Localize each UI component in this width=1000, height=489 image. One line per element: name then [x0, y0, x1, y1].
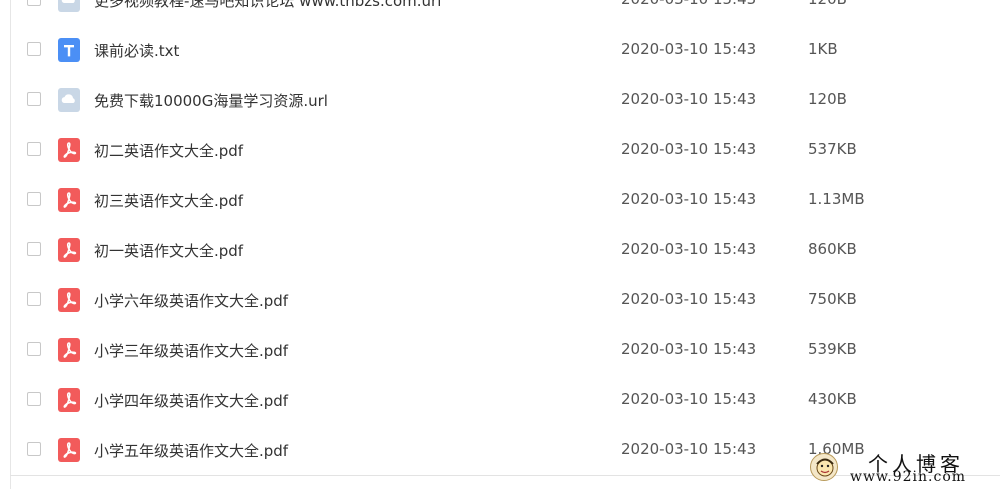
file-size: 1.13MB: [808, 190, 865, 208]
row-checkbox[interactable]: [27, 42, 41, 56]
file-size: 120B: [808, 90, 847, 108]
file-name[interactable]: 小学四年级英语作文大全.pdf: [94, 390, 288, 411]
file-date: 2020-03-10 15:43: [621, 0, 756, 8]
file-row[interactable]: 初二英语作文大全.pdf 2020-03-10 15:43 537KB: [0, 125, 1000, 175]
file-date: 2020-03-10 15:43: [621, 90, 757, 108]
row-checkbox[interactable]: [27, 142, 41, 156]
file-size: 860KB: [808, 240, 857, 258]
watermark-url: www.92in.com: [850, 469, 967, 485]
pdf-file-icon: [58, 188, 80, 212]
file-name[interactable]: 小学五年级英语作文大全.pdf: [94, 440, 288, 461]
pdf-file-icon: [58, 138, 80, 162]
pdf-file-icon: [58, 388, 80, 412]
watermark-avatar-icon: [810, 453, 838, 481]
file-name[interactable]: 初一英语作文大全.pdf: [94, 240, 243, 261]
file-row[interactable]: 小学六年级英语作文大全.pdf 2020-03-10 15:43 750KB: [0, 275, 1000, 325]
row-checkbox[interactable]: [27, 92, 41, 106]
pdf-file-icon: [58, 238, 80, 262]
file-name[interactable]: 更多视频教程-速马吧知识论坛 www.tnbzs.com.url: [94, 0, 441, 11]
file-size: 120B: [808, 0, 847, 8]
row-checkbox[interactable]: [27, 292, 41, 306]
file-name[interactable]: 小学六年级英语作文大全.pdf: [94, 290, 288, 311]
row-checkbox[interactable]: [27, 0, 41, 6]
file-name[interactable]: 小学三年级英语作文大全.pdf: [94, 340, 288, 361]
file-date: 2020-03-10 15:43: [621, 40, 757, 58]
file-row[interactable]: 小学三年级英语作文大全.pdf 2020-03-10 15:43 539KB: [0, 325, 1000, 375]
file-date: 2020-03-10 15:43: [621, 290, 757, 308]
file-date: 2020-03-10 15:43: [621, 190, 757, 208]
file-size: 1KB: [808, 40, 838, 58]
file-date: 2020-03-10 15:43: [621, 440, 757, 458]
file-date: 2020-03-10 15:43: [621, 240, 757, 258]
row-checkbox[interactable]: [27, 342, 41, 356]
pdf-file-icon: [58, 438, 80, 462]
file-name[interactable]: 初二英语作文大全.pdf: [94, 140, 243, 161]
pdf-file-icon: [58, 288, 80, 312]
file-name[interactable]: 免费下载10000G海量学习资源.url: [94, 90, 328, 111]
pdf-file-icon: [58, 338, 80, 362]
file-row[interactable]: 免费下载10000G海量学习资源.url 2020-03-10 15:43 12…: [0, 75, 1000, 125]
file-name[interactable]: 课前必读.txt: [94, 40, 179, 61]
file-row[interactable]: 初一英语作文大全.pdf 2020-03-10 15:43 860KB: [0, 225, 1000, 275]
file-size: 539KB: [808, 340, 857, 358]
text-file-icon: [58, 38, 80, 62]
file-date: 2020-03-10 15:43: [621, 390, 757, 408]
file-row[interactable]: 小学四年级英语作文大全.pdf 2020-03-10 15:43 430KB: [0, 375, 1000, 425]
row-checkbox[interactable]: [27, 242, 41, 256]
file-row[interactable]: 初三英语作文大全.pdf 2020-03-10 15:43 1.13MB: [0, 175, 1000, 225]
file-row[interactable]: 课前必读.txt 2020-03-10 15:43 1KB: [0, 25, 1000, 75]
file-size: 750KB: [808, 290, 857, 308]
file-size: 537KB: [808, 140, 857, 158]
blog-watermark: 个人博客 www.92in.com: [808, 447, 1000, 489]
file-date: 2020-03-10 15:43: [621, 340, 757, 358]
file-size: 430KB: [808, 390, 857, 408]
file-name[interactable]: 初三英语作文大全.pdf: [94, 190, 243, 211]
row-checkbox[interactable]: [27, 442, 41, 456]
row-checkbox[interactable]: [27, 392, 41, 406]
row-checkbox[interactable]: [27, 192, 41, 206]
cloud-file-icon: [58, 88, 80, 112]
file-list: 更多视频教程-速马吧知识论坛 www.tnbzs.com.url 2020-03…: [0, 0, 1000, 475]
cloud-file-icon: [58, 0, 80, 12]
file-row[interactable]: 更多视频教程-速马吧知识论坛 www.tnbzs.com.url 2020-03…: [0, 0, 1000, 25]
file-date: 2020-03-10 15:43: [621, 140, 757, 158]
